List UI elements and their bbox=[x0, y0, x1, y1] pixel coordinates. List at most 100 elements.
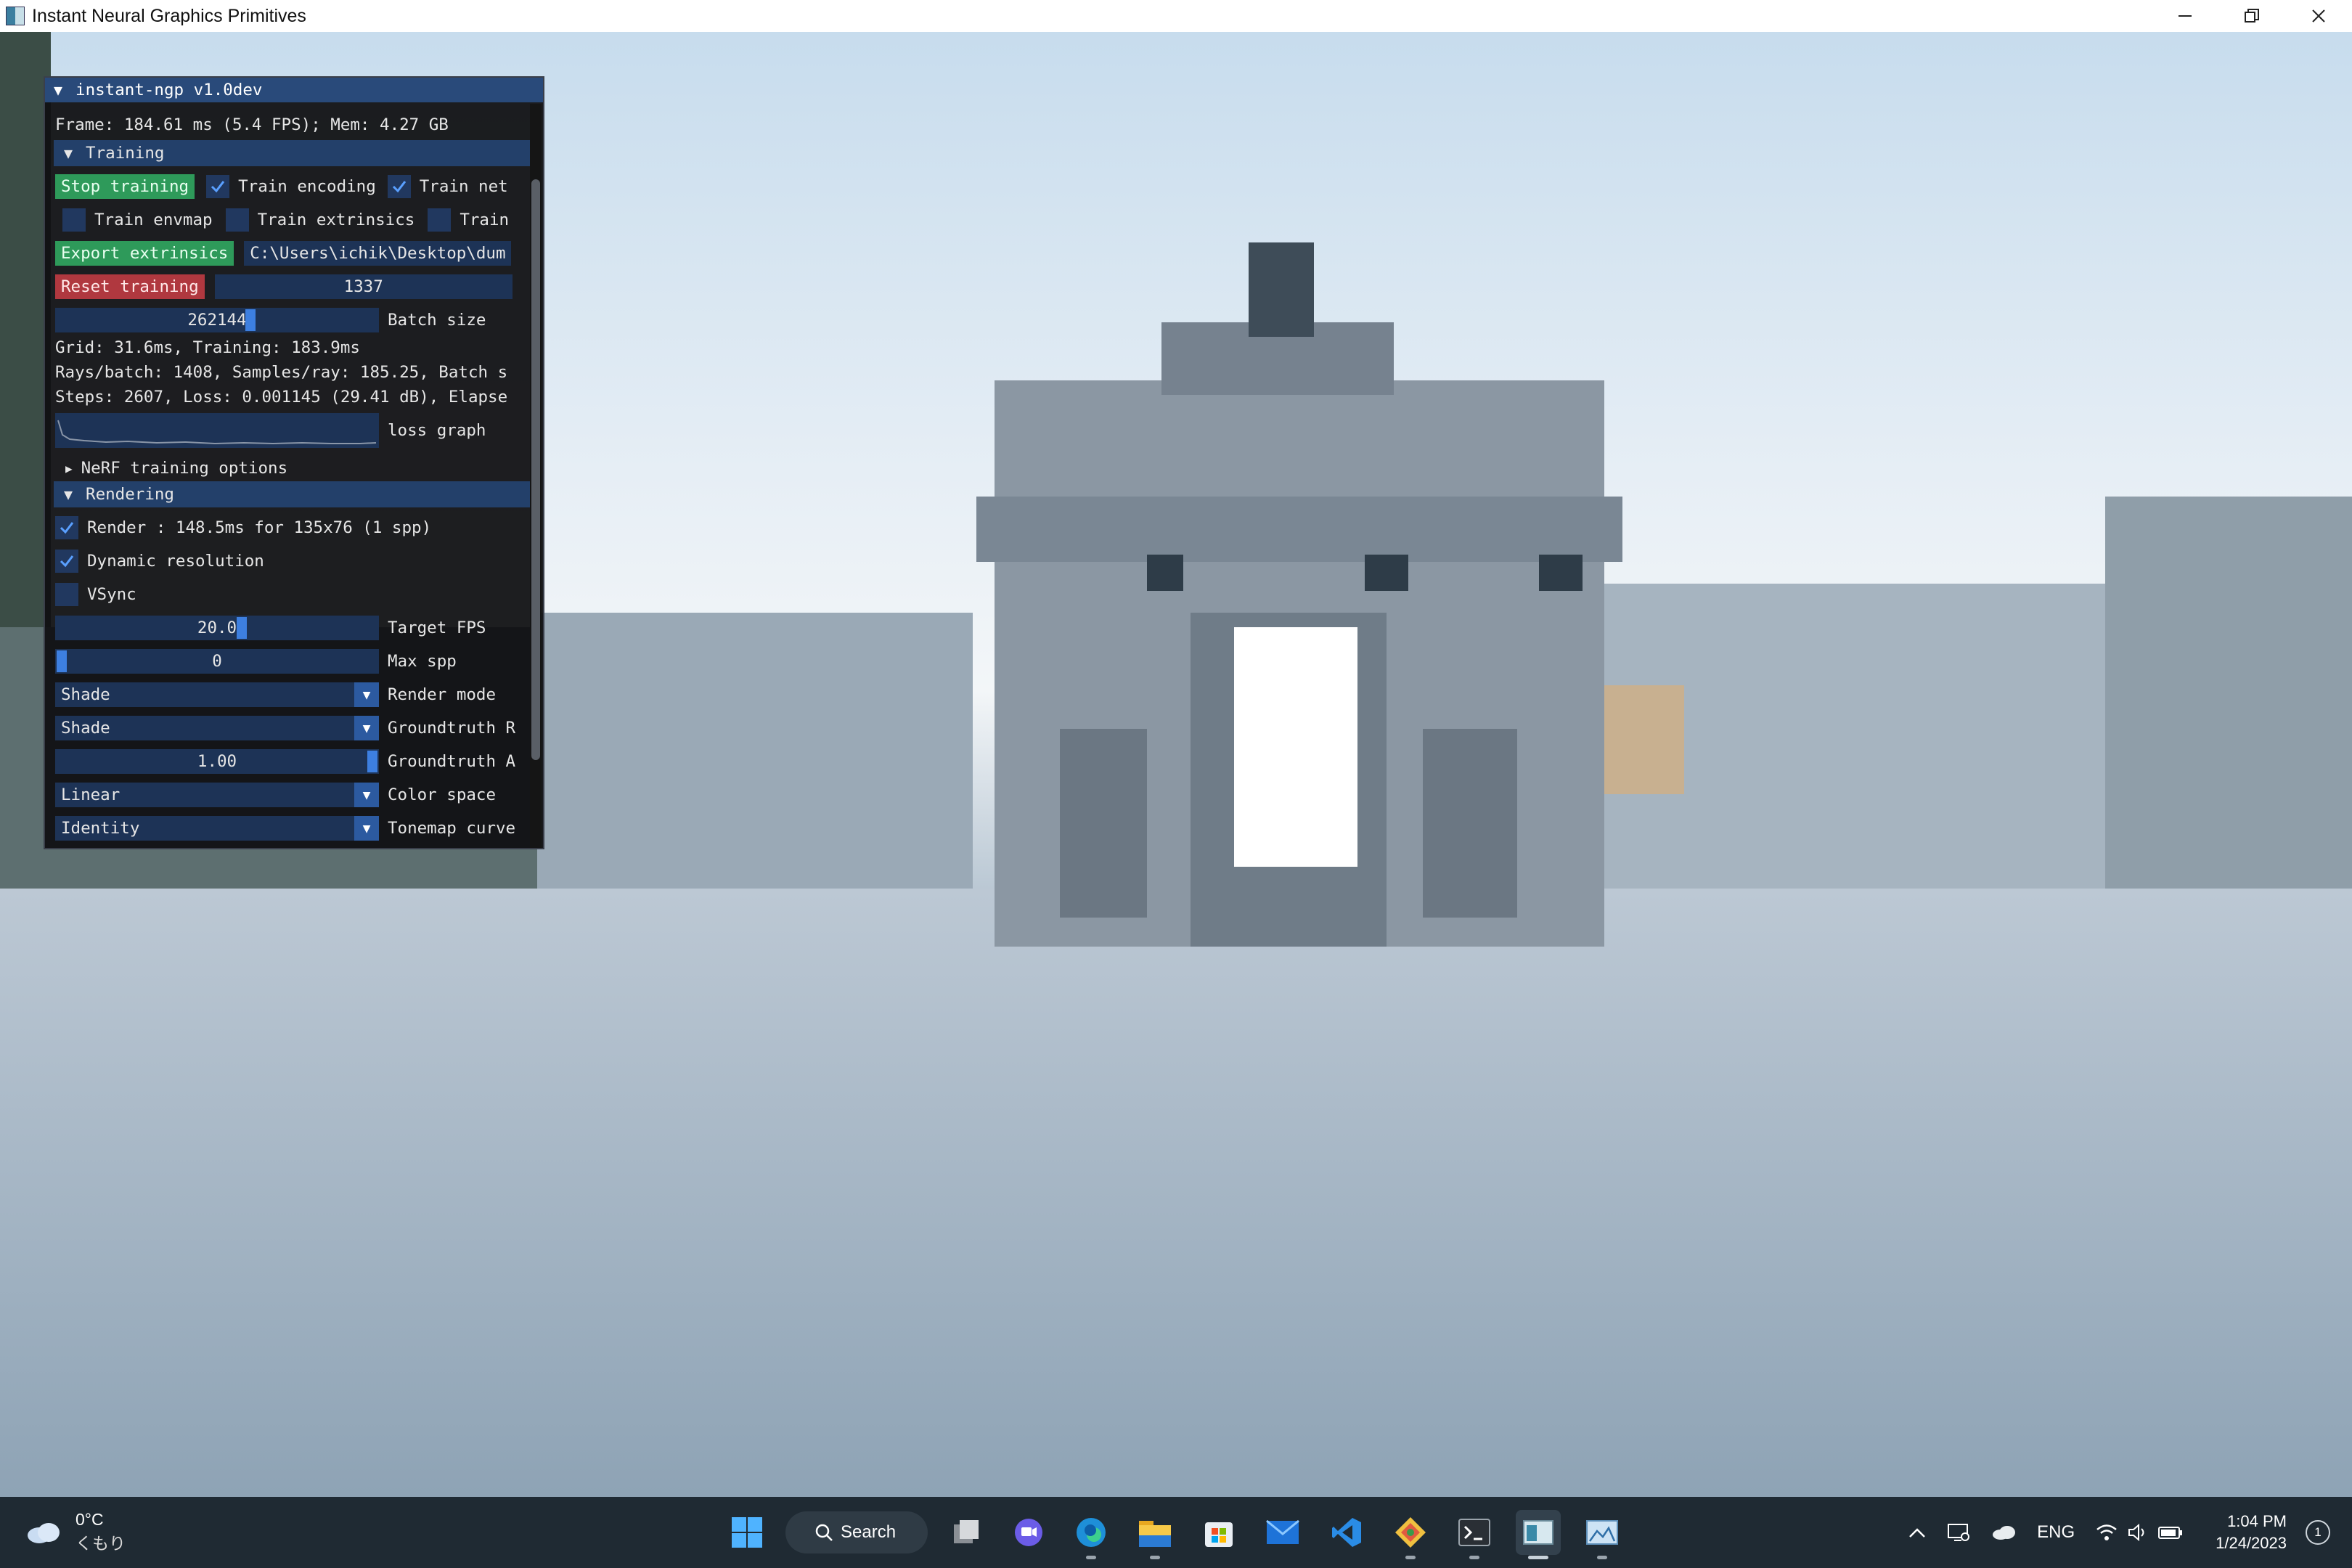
vsync-row: VSync bbox=[55, 581, 136, 608]
export-row: Export extrinsics C:\Users\ichik\Desktop… bbox=[55, 240, 512, 266]
instant-ngp-taskbar-button[interactable] bbox=[1516, 1510, 1561, 1559]
export-path-input[interactable]: C:\Users\ichik\Desktop\dum bbox=[244, 241, 512, 266]
render-mode-combo[interactable]: Shade ▼ bbox=[55, 682, 379, 707]
dropdown-arrow-icon[interactable]: ▼ bbox=[354, 783, 379, 807]
vsync-label: VSync bbox=[87, 585, 136, 604]
collapse-arrow-icon[interactable]: ▼ bbox=[54, 81, 62, 99]
train-envmap-checkbox[interactable] bbox=[62, 208, 86, 232]
slider-grab[interactable] bbox=[367, 751, 377, 772]
terminal-button[interactable] bbox=[1452, 1510, 1497, 1559]
clock-date: 1/24/2023 bbox=[2216, 1534, 2287, 1552]
windows-logo-icon bbox=[732, 1517, 762, 1548]
groundtruth-r-value: Shade bbox=[61, 719, 110, 738]
photos-button[interactable] bbox=[1580, 1510, 1625, 1559]
volume-button[interactable] bbox=[2127, 1523, 2149, 1542]
vscode-button[interactable] bbox=[1324, 1510, 1369, 1555]
nerf-options-label: NeRF training options bbox=[81, 459, 288, 478]
max-spp-row: 0 Max spp bbox=[55, 648, 457, 674]
edge-browser-icon bbox=[1077, 1518, 1106, 1547]
battery-charging-icon bbox=[2158, 1527, 2183, 1539]
git-icon bbox=[1395, 1517, 1426, 1548]
training-header-label: Training bbox=[86, 144, 165, 163]
system-tray: ENG 1:04 PM 1/24/2023 1 bbox=[1898, 1497, 2352, 1568]
taskbar-search[interactable]: Search bbox=[785, 1511, 928, 1553]
export-extrinsics-button[interactable]: Export extrinsics bbox=[55, 241, 234, 266]
window-title: Instant Neural Graphics Primitives bbox=[32, 5, 306, 26]
mail-button[interactable] bbox=[1260, 1510, 1305, 1555]
battery-button[interactable] bbox=[2157, 1524, 2184, 1541]
target-fps-label: Target FPS bbox=[388, 618, 486, 637]
monitor-icon bbox=[1948, 1524, 1970, 1541]
running-indicator bbox=[1597, 1556, 1607, 1559]
clock[interactable]: 1:04 PM 1/24/2023 bbox=[2216, 1511, 2287, 1554]
close-icon bbox=[2312, 9, 2325, 23]
chat-button[interactable] bbox=[1006, 1510, 1051, 1555]
dynamic-resolution-checkbox[interactable] bbox=[55, 550, 78, 573]
search-label: Search bbox=[841, 1522, 897, 1542]
reset-training-button[interactable]: Reset training bbox=[55, 274, 205, 299]
task-view-button[interactable] bbox=[944, 1510, 989, 1555]
slider-grab[interactable] bbox=[245, 309, 256, 331]
dropdown-arrow-icon[interactable]: ▼ bbox=[354, 682, 379, 707]
tonemap-combo[interactable]: Identity ▼ bbox=[55, 816, 379, 841]
max-spp-slider[interactable]: 0 bbox=[55, 649, 379, 674]
language-indicator[interactable]: ENG bbox=[2037, 1522, 2075, 1543]
max-spp-value: 0 bbox=[212, 652, 222, 671]
train-other-checkbox[interactable] bbox=[428, 208, 452, 232]
train-net-checkbox[interactable] bbox=[387, 175, 411, 198]
panel-scrollbar[interactable] bbox=[530, 104, 542, 848]
folder-icon bbox=[1139, 1521, 1171, 1547]
timing-text: Grid: 31.6ms, Training: 183.9ms bbox=[55, 338, 360, 357]
training-header[interactable]: ▼ Training bbox=[54, 140, 530, 166]
train-extrinsics-checkbox[interactable] bbox=[225, 208, 249, 232]
expand-arrow-icon: ▼ bbox=[64, 486, 73, 503]
imgui-panel[interactable]: ▼ instant-ngp v1.0dev Frame: 184.61 ms (… bbox=[44, 76, 544, 849]
display-settings-button[interactable] bbox=[1947, 1522, 1970, 1543]
color-space-combo[interactable]: Linear ▼ bbox=[55, 783, 379, 807]
groundtruth-alpha-slider[interactable]: 1.00 bbox=[55, 749, 379, 774]
panel-titlebar[interactable]: ▼ instant-ngp v1.0dev bbox=[45, 78, 543, 102]
start-button[interactable] bbox=[724, 1510, 769, 1555]
slider-grab[interactable] bbox=[237, 617, 247, 639]
restore-button[interactable] bbox=[2218, 0, 2285, 32]
dropdown-arrow-icon[interactable]: ▼ bbox=[354, 816, 379, 841]
checkmark-icon bbox=[211, 181, 225, 193]
nerf-options-tree[interactable]: ▶ NeRF training options bbox=[65, 455, 287, 481]
train-envmap-label: Train envmap bbox=[94, 211, 213, 229]
train-encoding-checkbox[interactable] bbox=[206, 175, 230, 198]
edge-button[interactable] bbox=[1069, 1510, 1114, 1559]
store-icon bbox=[1205, 1522, 1233, 1547]
close-button[interactable] bbox=[2285, 0, 2352, 32]
groundtruth-render-combo[interactable]: Shade ▼ bbox=[55, 716, 379, 740]
batch-size-slider[interactable]: 262144 bbox=[55, 308, 379, 332]
vscode-icon bbox=[1332, 1518, 1361, 1547]
target-fps-slider[interactable]: 20.0 bbox=[55, 616, 379, 640]
notification-badge[interactable]: 1 bbox=[2306, 1520, 2330, 1545]
show-hidden-icons-button[interactable] bbox=[1908, 1526, 1927, 1539]
render-checkbox[interactable] bbox=[55, 516, 78, 539]
file-explorer-button[interactable] bbox=[1132, 1510, 1177, 1559]
vsync-checkbox[interactable] bbox=[55, 583, 78, 606]
scrollbar-thumb[interactable] bbox=[531, 179, 540, 760]
git-client-button[interactable] bbox=[1388, 1510, 1433, 1559]
minimize-button[interactable] bbox=[2152, 0, 2218, 32]
slider-grab[interactable] bbox=[57, 650, 67, 672]
chat-icon bbox=[1015, 1519, 1042, 1546]
wifi-button[interactable] bbox=[2095, 1523, 2118, 1542]
steps-text: Steps: 2607, Loss: 0.001145 (29.41 dB), … bbox=[55, 388, 508, 407]
store-button[interactable] bbox=[1196, 1510, 1241, 1555]
color-space-label: Color space bbox=[388, 785, 497, 804]
stop-training-button[interactable]: Stop training bbox=[55, 174, 195, 199]
loss-graph-plot bbox=[57, 420, 377, 445]
seed-input[interactable]: 1337 bbox=[214, 274, 513, 299]
onedrive-button[interactable] bbox=[1990, 1524, 2017, 1540]
onedrive-cloud-icon bbox=[1993, 1526, 2016, 1540]
rays-text: Rays/batch: 1408, Samples/ray: 185.25, B… bbox=[55, 363, 508, 382]
running-indicator bbox=[1405, 1556, 1416, 1559]
minimize-icon bbox=[2179, 15, 2192, 17]
render-mode-label: Render mode bbox=[388, 685, 497, 704]
rendering-header-label: Rendering bbox=[86, 485, 174, 504]
rendering-header[interactable]: ▼ Rendering bbox=[54, 481, 530, 507]
dropdown-arrow-icon[interactable]: ▼ bbox=[354, 716, 379, 740]
restore-icon bbox=[2245, 9, 2259, 23]
